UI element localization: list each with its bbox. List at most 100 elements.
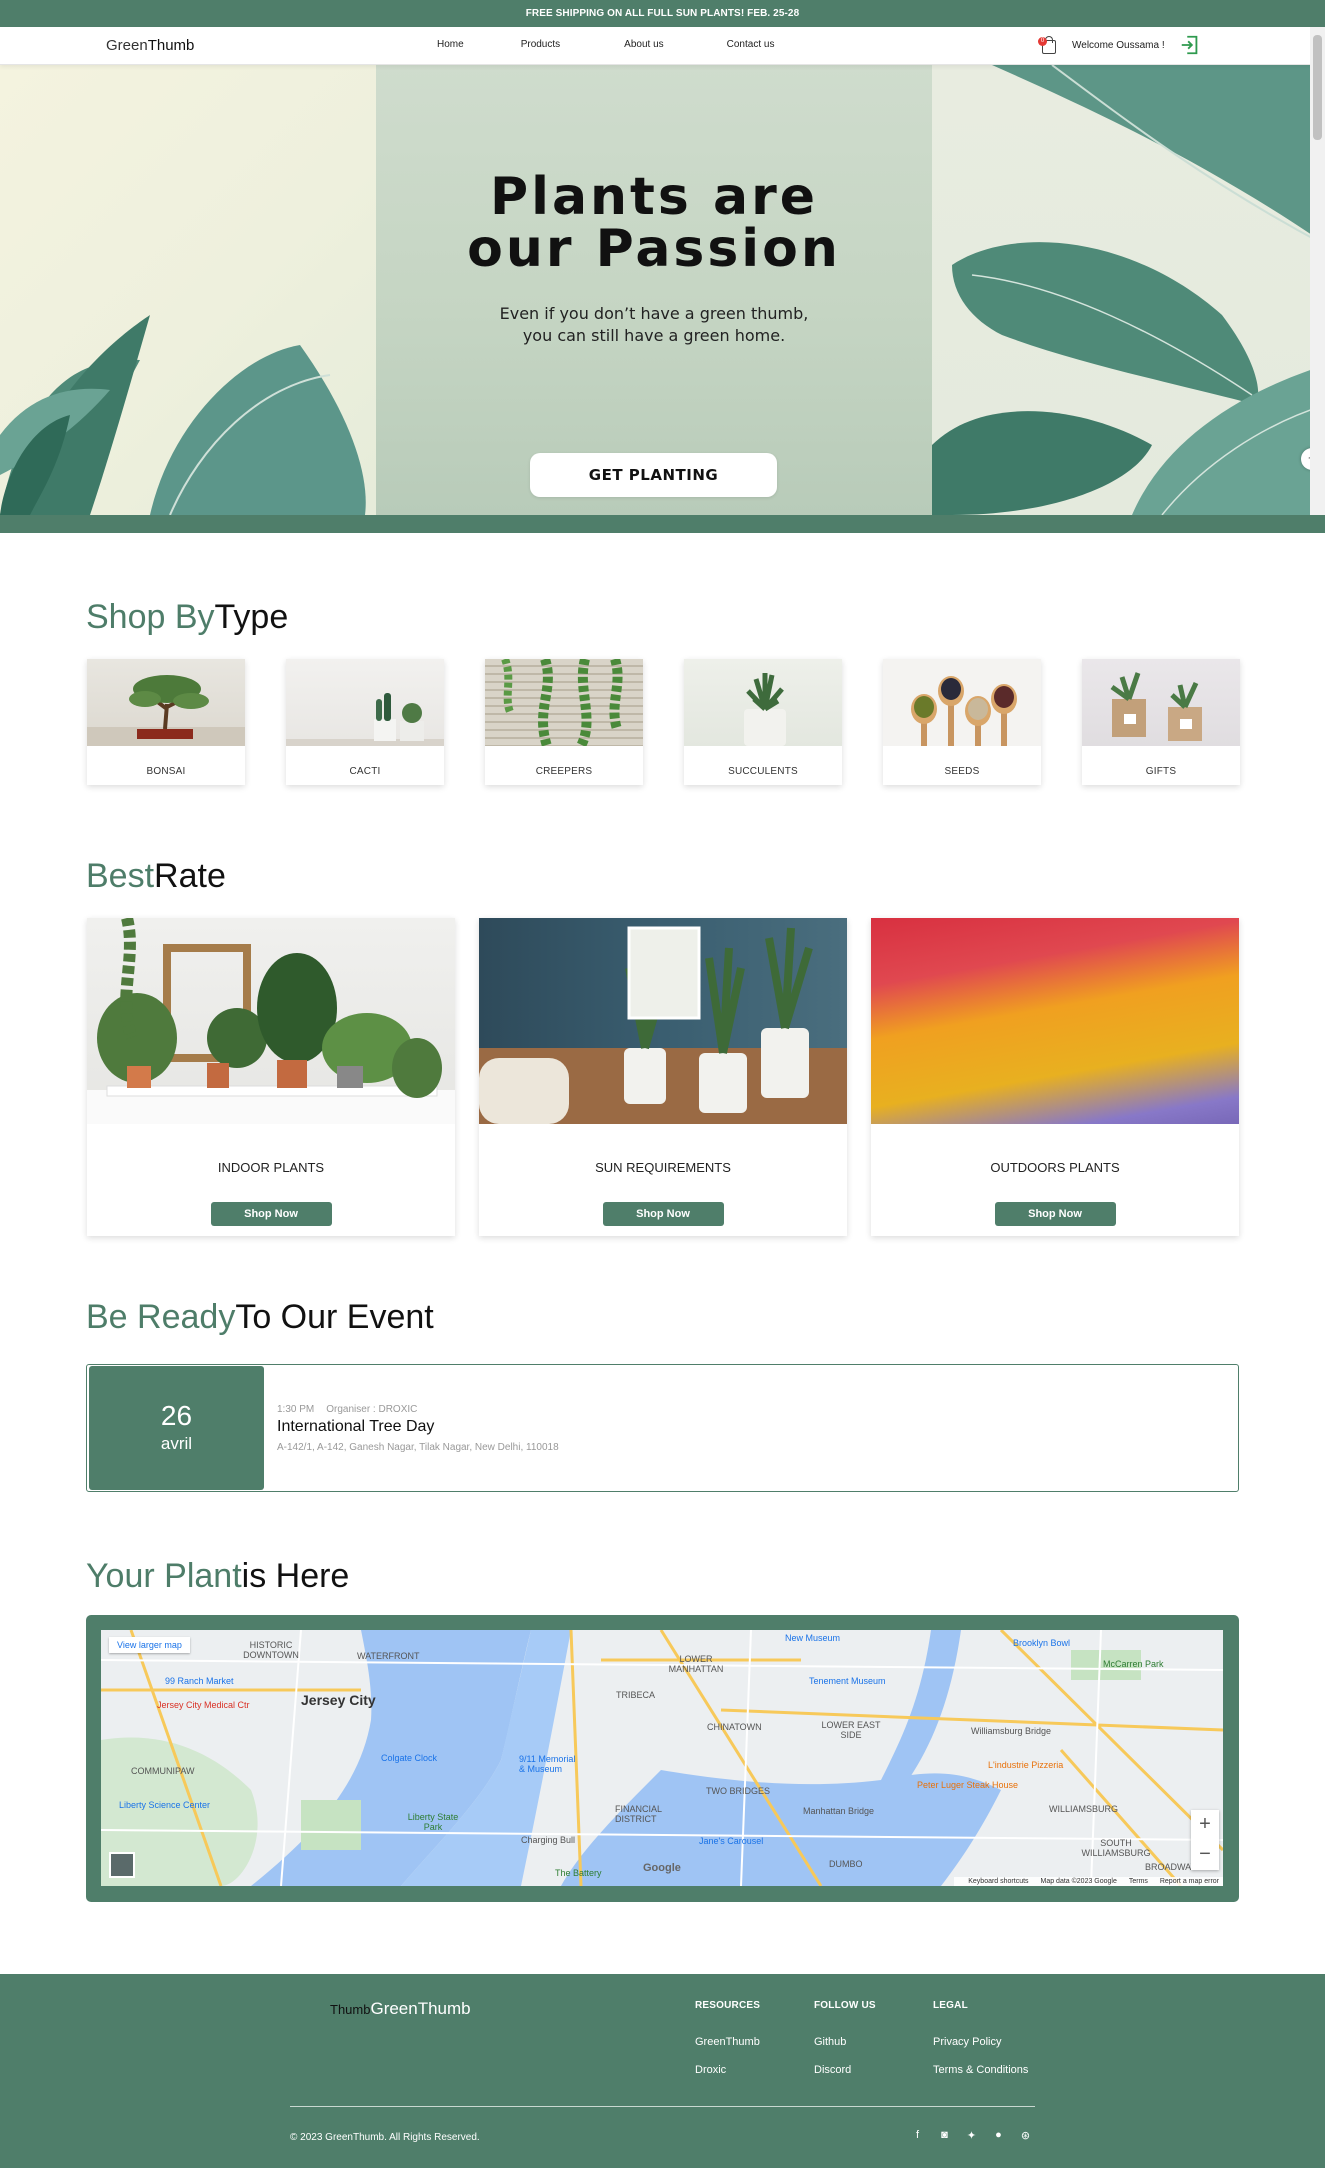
plant-map-title-a: Your Plant [86,1557,242,1595]
nav-products[interactable]: Products [521,39,560,50]
rate-card-indoor[interactable]: INDOOR PLANTS Shop Now [87,918,455,1236]
event-month: avril [160,1434,193,1453]
map-label-dumbo: DUMBO [829,1859,863,1869]
event-title: Be ReadyTo Our Event [86,1298,434,1337]
scrollbar[interactable] [1310,27,1325,515]
google-map[interactable]: Jersey City LOWER MANHATTAN TRIBECA CHIN… [101,1630,1223,1886]
rate-label-outdoor: OUTDOORS PLANTS [990,1160,1120,1175]
event-organiser: Organiser : DROXIC [326,1404,418,1415]
rate-card-outdoor[interactable]: OUTDOORS PLANTS Shop Now [871,918,1239,1236]
shopping-bag-icon[interactable]: 0 [1038,35,1058,55]
type-card-succulents[interactable]: SUCCULENTS [684,659,842,785]
footer-col-title: LEGAL [933,2000,968,2011]
nav-contact[interactable]: Contact us [727,39,775,50]
indoor-plants-image [87,918,455,1124]
best-rate-title-a: Best [86,857,155,895]
discord-icon[interactable]: ◙ [938,2129,951,2142]
map-label-charging-bull: Charging Bull [521,1835,576,1845]
shop-by-type-title-a: Shop By [86,598,215,636]
logout-icon[interactable] [1179,34,1201,56]
footer-link-greenthumb[interactable]: GreenThumb [695,2036,760,2048]
rate-card-sun[interactable]: SUN REQUIREMENTS Shop Now [479,918,847,1236]
map-label-manhattan-bridge: Manhattan Bridge [803,1806,875,1816]
map-label-south-williamsburg: SOUTH WILLIAMSBURG [1081,1838,1151,1858]
rate-label-sun: SUN REQUIREMENTS [595,1160,731,1175]
map-label-lower-manhattan: LOWER MANHATTAN [668,1654,724,1674]
type-label-creepers: CREEPERS [535,766,593,777]
type-card-seeds[interactable]: SEEDS [883,659,1041,785]
map-label-peter-luger: Peter Luger Steak House [917,1780,1019,1790]
creepers-image [485,659,643,746]
nav-about[interactable]: About us [624,39,663,50]
logo-part-b: Thumb [147,37,195,54]
bonsai-image [87,659,245,746]
event-address: A-142/1, A-142, Ganesh Nagar, Tilak Naga… [277,1442,559,1453]
footer-link-droxic[interactable]: Droxic [695,2064,760,2076]
hero-title-line2: our Passion [467,219,841,279]
map-label-broadway: BROADWAY [1145,1862,1197,1872]
logo[interactable]: GreenThumb [106,37,194,54]
map-label-liberty-science: Liberty Science Center [119,1800,211,1810]
map-label-liberty-park: Liberty State Park [407,1812,459,1832]
get-planting-button[interactable]: GET PLANTING [530,453,777,497]
shop-now-outdoor-button[interactable]: Shop Now [994,1202,1116,1226]
type-card-bonsai[interactable]: BONSAI [87,659,245,785]
footer-divider [290,2106,1035,2107]
github-icon[interactable]: ● [992,2129,1005,2142]
leaf-right-image [932,65,1325,515]
map-report-error[interactable]: Report a map error [1160,1878,1219,1885]
promo-text: FREE SHIPPING ON ALL FULL SUN PLANTS! FE… [525,8,800,19]
sun-requirements-image [479,918,847,1124]
view-larger-map-link[interactable]: View larger map [109,1637,190,1653]
type-card-cacti[interactable]: CACTI [286,659,444,785]
shop-by-type-title-b: Type [214,598,289,636]
map-label-mccarren-park: McCarren Park [1103,1659,1164,1669]
nav-home[interactable]: Home [437,39,464,50]
footer-link-privacy[interactable]: Privacy Policy [933,2036,1028,2048]
footer-col-title: RESOURCES [695,2000,761,2011]
map-label-williamsburg: WILLIAMSBURG [1049,1804,1119,1814]
map-keyboard-shortcuts[interactable]: Keyboard shortcuts [968,1878,1028,1885]
map-label-waterfront: WATERFRONT [357,1651,420,1661]
map-label-911-memorial: 9/11 Memorial & Museum [519,1754,576,1774]
map-zoom-control: + − [1191,1810,1219,1870]
outdoor-plants-image [871,918,1239,1124]
nav-links: Home Products About us Contact us [437,39,774,50]
facebook-icon[interactable]: f [911,2129,924,2142]
type-label-bonsai: BONSAI [146,766,186,777]
footer-link-terms[interactable]: Terms & Conditions [933,2064,1028,2076]
footer-link-github[interactable]: Github [814,2036,876,2048]
twitter-icon[interactable]: ✦ [965,2129,978,2142]
scrollbar-thumb[interactable] [1313,35,1322,140]
cacti-image [286,659,444,746]
hero-title-line1: Plants are [490,167,818,227]
succulents-image [684,659,842,746]
street-view-thumbnail[interactable] [109,1852,135,1878]
zoom-in-button[interactable]: + [1191,1810,1219,1840]
type-card-creepers[interactable]: CREEPERS [485,659,643,785]
event-date-box: 26 avril [89,1366,264,1490]
shop-now-indoor-button[interactable]: Shop Now [210,1202,332,1226]
hero-subtitle: Even if you don’t have a green thumb, yo… [376,303,932,347]
map-label-the-battery: The Battery [555,1868,602,1878]
plant-map-title: Your Plantis Here [86,1557,349,1596]
footer-brand[interactable]: ThumbGreenThumb [330,1999,471,2019]
map-label-tenement-museum: Tenement Museum [809,1676,886,1686]
zoom-out-button[interactable]: − [1191,1840,1219,1870]
map-label-two-bridges: TWO BRIDGES [706,1786,771,1796]
map-terms[interactable]: Terms [1129,1878,1148,1885]
dribbble-icon[interactable]: ⊛ [1019,2129,1032,2142]
hero-subtitle-line2: you can still have a green home. [522,326,786,345]
footer-col-title: FOLLOW US [814,2000,876,2011]
footer-link-discord[interactable]: Discord [814,2064,876,2076]
hero-section: Plants are our Passion Even if you don’t… [0,65,1325,515]
shop-now-sun-button[interactable]: Shop Now [602,1202,724,1226]
map-label-jersey-city: Jersey City [301,1692,376,1708]
hero-title: Plants are our Passion [376,171,932,275]
map-label-williamsburg-bridge: Williamsburg Bridge [971,1726,1052,1736]
map-attribution: Keyboard shortcuts Map data ©2023 Google… [954,1877,1223,1886]
type-card-gifts[interactable]: GIFTS [1082,659,1240,785]
map-label-medical-ctr: Jersey City Medical Ctr [157,1700,250,1710]
google-logo: Google [643,1862,681,1874]
event-card[interactable]: 26 avril 1:30 PM Organiser : DROXIC Inter… [86,1364,1239,1492]
